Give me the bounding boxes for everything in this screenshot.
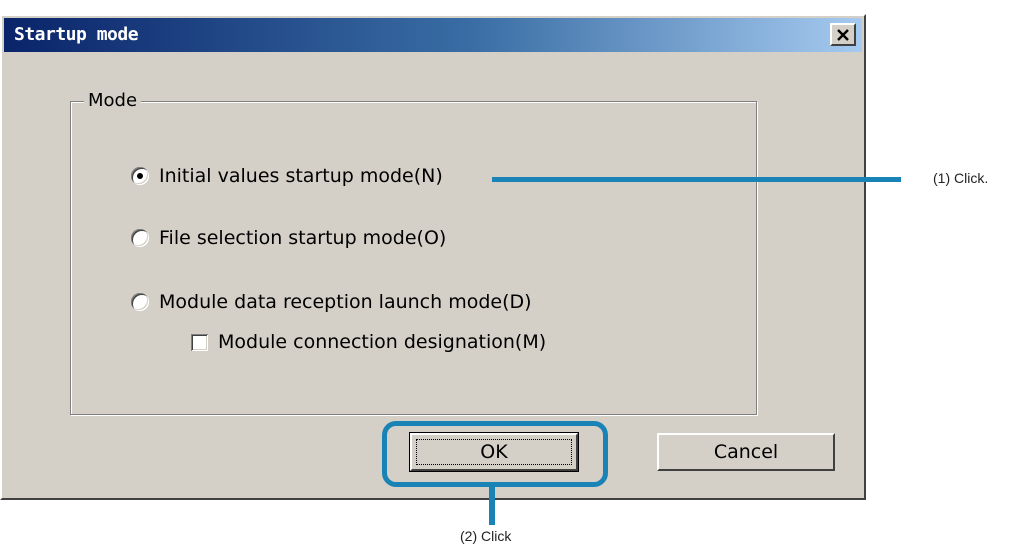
title-bar[interactable]: Startup mode [4, 18, 862, 52]
radio-button[interactable] [131, 293, 149, 311]
radio-file-selection-startup[interactable]: File selection startup mode(O) [131, 227, 446, 249]
ok-callout-line [489, 487, 495, 525]
close-button[interactable] [830, 23, 856, 46]
radio-label: Module data reception launch mode(D) [159, 291, 532, 313]
mode-groupbox [70, 101, 757, 415]
cancel-label: Cancel [713, 441, 779, 463]
cancel-button[interactable]: Cancel [657, 433, 835, 471]
annotation-step1: (1) Click. [933, 170, 989, 186]
checkbox-label: Module connection designation(M) [218, 331, 547, 353]
option-callout-line [492, 177, 901, 182]
radio-label: Initial values startup mode(N) [159, 165, 443, 187]
radio-button[interactable] [131, 229, 149, 247]
radio-initial-values-startup[interactable]: Initial values startup mode(N) [131, 165, 443, 187]
dialog-title: Startup mode [14, 24, 139, 45]
annotation-step2: (2) Click [460, 528, 512, 544]
mode-group-label: Mode [84, 90, 142, 111]
close-icon [837, 28, 849, 41]
checkbox[interactable] [191, 333, 208, 351]
radio-label: File selection startup mode(O) [159, 227, 447, 249]
checkbox-module-connection-designation[interactable]: Module connection designation(M) [191, 331, 546, 353]
radio-module-data-reception[interactable]: Module data reception launch mode(D) [131, 291, 532, 313]
radio-button-selected[interactable] [131, 167, 149, 185]
ok-highlight-callout [382, 421, 608, 487]
